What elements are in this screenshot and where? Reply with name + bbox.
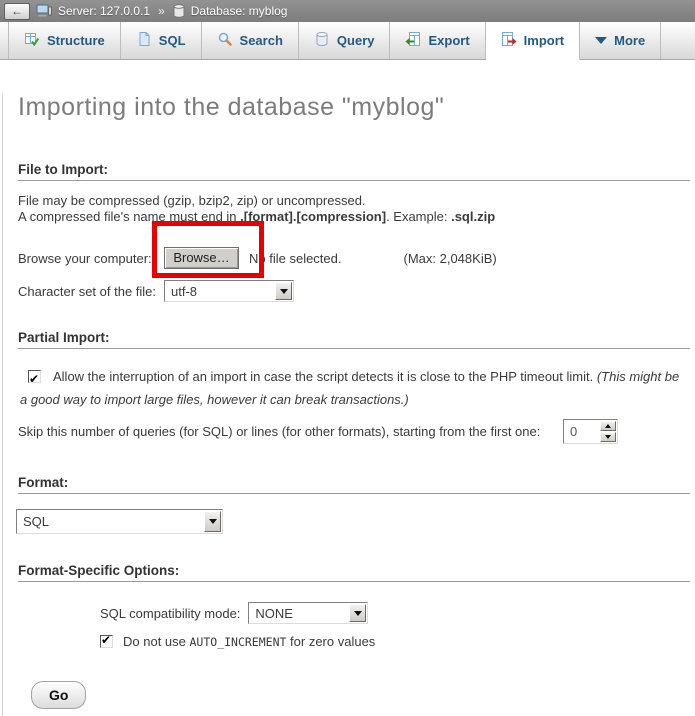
tab-sql[interactable]: SQL (121, 22, 202, 59)
sql-compatibility-label: SQL compatibility mode: (100, 606, 240, 621)
auto-increment-label-prefix: Do not use (123, 634, 190, 649)
browse-label: Browse your computer: (18, 251, 164, 266)
allow-interruption-row: Allow the interruption of an import in c… (18, 365, 690, 411)
tab-label: More (614, 33, 645, 48)
tab-label: Query (337, 33, 375, 48)
go-button[interactable]: Go (31, 681, 86, 709)
charset-row: Character set of the file: utf-8 (18, 280, 690, 302)
tab-import[interactable]: Import (486, 22, 580, 60)
tab-export[interactable]: Export (390, 22, 485, 59)
no-file-selected-text: No file selected. (249, 251, 342, 266)
tab-label: Structure (47, 33, 105, 48)
skip-queries-input[interactable]: 0 (563, 419, 618, 444)
breadcrumb: ← Server: 127.0.0.1 » Database: myblog (0, 0, 695, 22)
skip-queries-label: Skip this number of queries (for SQL) or… (18, 424, 563, 439)
tab-label: Search (240, 33, 283, 48)
structure-icon (24, 31, 40, 50)
compression-line1: File may be compressed (gzip, bzip2, zip… (18, 193, 690, 209)
allow-interruption-label: Allow the interruption of an import in c… (53, 369, 597, 384)
format-select-value: SQL (17, 514, 203, 529)
skip-queries-row: Skip this number of queries (for SQL) or… (18, 419, 690, 444)
compression-line2: A compressed file's name must end in .[f… (18, 209, 690, 225)
tab-label: Export (428, 33, 469, 48)
server-icon (36, 4, 52, 18)
tab-query[interactable]: Query (299, 22, 391, 59)
back-button[interactable]: ← (4, 3, 30, 20)
breadcrumb-separator: » (158, 4, 165, 18)
auto-increment-row: Do not use AUTO_INCREMENT for zero value… (100, 634, 690, 649)
tab-search[interactable]: Search (202, 22, 299, 59)
spinner (600, 421, 616, 442)
section-heading-format: Format: (18, 475, 690, 494)
database-icon (173, 4, 185, 18)
export-icon (405, 31, 421, 50)
section-heading-format-specific: Format-Specific Options: (18, 563, 690, 582)
dropdown-arrow-icon[interactable] (275, 282, 292, 300)
auto-increment-checkbox[interactable] (100, 635, 113, 648)
search-icon (217, 31, 233, 50)
line2-prefix: A compressed file's name must end in (18, 209, 240, 224)
phpmyadmin-import-page: ← Server: 127.0.0.1 » Database: myblog (0, 0, 695, 716)
line2-example: .sql.zip (451, 209, 495, 224)
format-row: SQL (16, 509, 690, 534)
tab-label: Import (524, 33, 564, 48)
sql-icon (136, 31, 152, 50)
tab-more[interactable]: More (580, 22, 661, 59)
max-size-text: (Max: 2,048KiB) (404, 251, 497, 266)
auto-increment-label-suffix: for zero values (286, 634, 375, 649)
sql-compatibility-select[interactable]: NONE (248, 602, 368, 624)
browse-row: Browse your computer: Browse… No file se… (18, 247, 690, 269)
spinner-down-button[interactable] (600, 432, 616, 442)
tab-structure[interactable]: Structure (8, 22, 121, 59)
section-heading-file-to-import: File to Import: (18, 162, 690, 181)
dropdown-arrow-icon[interactable] (349, 604, 366, 622)
chevron-down-icon (595, 37, 607, 44)
import-icon (501, 31, 517, 50)
breadcrumb-server[interactable]: Server: 127.0.0.1 (58, 4, 150, 18)
line2-mid: . Example: (386, 209, 451, 224)
tab-label: SQL (159, 33, 186, 48)
section-heading-partial-import: Partial Import: (18, 330, 690, 349)
charset-label: Character set of the file: (18, 284, 164, 299)
sql-compatibility-value: NONE (249, 606, 348, 621)
charset-select[interactable]: utf-8 (164, 280, 294, 302)
sql-compatibility-row: SQL compatibility mode: NONE (100, 602, 690, 624)
line2-format-pattern: .[format].[compression] (240, 209, 386, 224)
allow-interruption-checkbox[interactable] (28, 370, 41, 383)
skip-queries-value: 0 (564, 424, 600, 439)
query-icon (314, 31, 330, 50)
browse-button[interactable]: Browse… (164, 247, 239, 269)
breadcrumb-database[interactable]: Database: myblog (191, 4, 288, 18)
main-content: Importing into the database "myblog" Fil… (2, 93, 695, 716)
tab-bar: Structure SQL Search (0, 22, 695, 60)
auto-increment-code: AUTO_INCREMENT (190, 635, 287, 649)
spinner-up-button[interactable] (600, 421, 616, 431)
page-title: Importing into the database "myblog" (18, 93, 690, 122)
charset-select-value: utf-8 (165, 284, 274, 299)
dropdown-arrow-icon[interactable] (204, 511, 221, 532)
compression-info: File may be compressed (gzip, bzip2, zip… (18, 193, 690, 225)
format-select[interactable]: SQL (16, 509, 223, 534)
